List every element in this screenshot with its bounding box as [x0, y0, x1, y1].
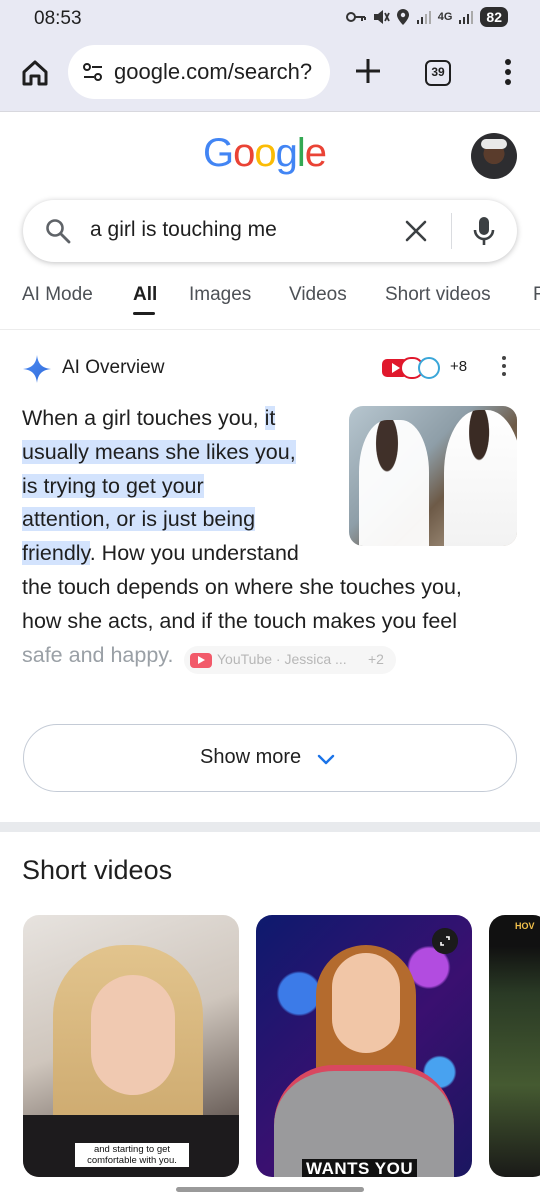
signal-icon [416, 11, 431, 24]
mute-icon [373, 10, 390, 24]
home-indicator[interactable] [176, 1187, 364, 1192]
address-bar[interactable]: google.com/search? [68, 45, 330, 99]
video-caption: WANTS YOU [302, 1159, 418, 1177]
tab-ai-mode[interactable]: AI Mode [22, 284, 93, 306]
plus-icon [356, 59, 380, 83]
tab-all[interactable]: All [133, 284, 157, 306]
ai-text-line-1b[interactable]: it [264, 406, 276, 430]
more-sources-count[interactable]: +8 [450, 358, 467, 375]
sparkle-icon [23, 355, 51, 383]
search-divider [451, 213, 452, 249]
short-video-card[interactable]: WANTS YOU [256, 915, 472, 1177]
ai-text-line-6: the touch depends on where she touches y… [22, 574, 462, 599]
browser-toolbar: google.com/search? 39 [0, 38, 540, 112]
status-time: 08:53 [34, 8, 82, 29]
source-icon [418, 357, 440, 379]
active-tab-indicator [133, 312, 155, 315]
ai-overview-header: AI Overview +8 [22, 352, 522, 386]
tab-videos[interactable]: Videos [289, 284, 347, 306]
new-tab-button[interactable] [352, 56, 384, 88]
show-more-button[interactable]: Show more [23, 724, 517, 792]
key-icon [345, 12, 366, 22]
search-input[interactable]: a girl is touching me [90, 218, 277, 242]
expand-icon[interactable] [432, 928, 458, 954]
ai-text-line-2[interactable]: usually means she likes you, [22, 439, 296, 464]
video-thumbnail-face [91, 975, 175, 1095]
browser-menu-button[interactable] [498, 56, 518, 90]
location-icon [396, 9, 409, 25]
google-logo[interactable]: Google [203, 131, 327, 176]
ai-text-line-1a: When a girl touches you, [22, 406, 265, 430]
status-bar: 08:53 4G 82 [0, 0, 540, 38]
short-video-card[interactable]: HOV [489, 915, 540, 1177]
youtube-icon [190, 653, 212, 668]
ai-overview-menu-button[interactable] [500, 356, 508, 382]
ai-text-line-5b: . How you understand [89, 541, 299, 566]
search-box[interactable]: a girl is touching me [23, 200, 517, 262]
source-chip-plus: +2 [368, 651, 384, 667]
battery-icon: 82 [480, 7, 508, 27]
short-video-card[interactable]: and starting to get comfortable with you… [23, 915, 239, 1177]
home-icon[interactable] [20, 58, 50, 88]
avatar[interactable] [471, 133, 517, 179]
ai-text-line-4[interactable]: attention, or is just being [22, 507, 256, 532]
source-icons[interactable] [382, 357, 448, 379]
tab-more[interactable]: F [533, 284, 540, 306]
tab-images[interactable]: Images [189, 284, 251, 306]
ai-text-line-5a[interactable]: friendly [22, 541, 90, 566]
tab-short-videos[interactable]: Short videos [385, 284, 491, 306]
search-icon [46, 219, 71, 244]
video-caption: HOV [515, 921, 535, 931]
chevron-down-icon [317, 754, 335, 765]
mic-icon[interactable] [472, 215, 496, 247]
tab-switcher-button[interactable]: 39 [425, 60, 451, 86]
video-thumbnail-face [332, 953, 400, 1053]
status-icons: 4G 82 [345, 7, 508, 27]
image-person-right [444, 410, 517, 546]
short-videos-title: Short videos [22, 855, 173, 885]
section-divider [0, 822, 540, 832]
show-more-label: Show more [200, 746, 302, 768]
ai-text-line-7: how she acts, and if the touch makes you… [22, 608, 458, 633]
url-text: google.com/search? [114, 59, 313, 84]
source-chip-text: YouTube · Jessica ... [217, 651, 347, 667]
site-settings-icon[interactable] [82, 61, 104, 83]
image-person-left [359, 420, 429, 546]
network-type: 4G [437, 11, 453, 23]
signal-icon-2 [459, 11, 474, 24]
clear-icon[interactable] [403, 218, 429, 244]
video-caption: and starting to get comfortable with you… [75, 1143, 189, 1167]
ai-overview-image[interactable] [349, 406, 517, 546]
ai-overview-title: AI Overview [62, 357, 165, 378]
search-tabs: AI Mode All Images Videos Short videos F [0, 272, 540, 330]
source-chip[interactable]: YouTube · Jessica ... +2 [184, 646, 396, 674]
ai-text-line-3[interactable]: is trying to get your [22, 473, 204, 498]
